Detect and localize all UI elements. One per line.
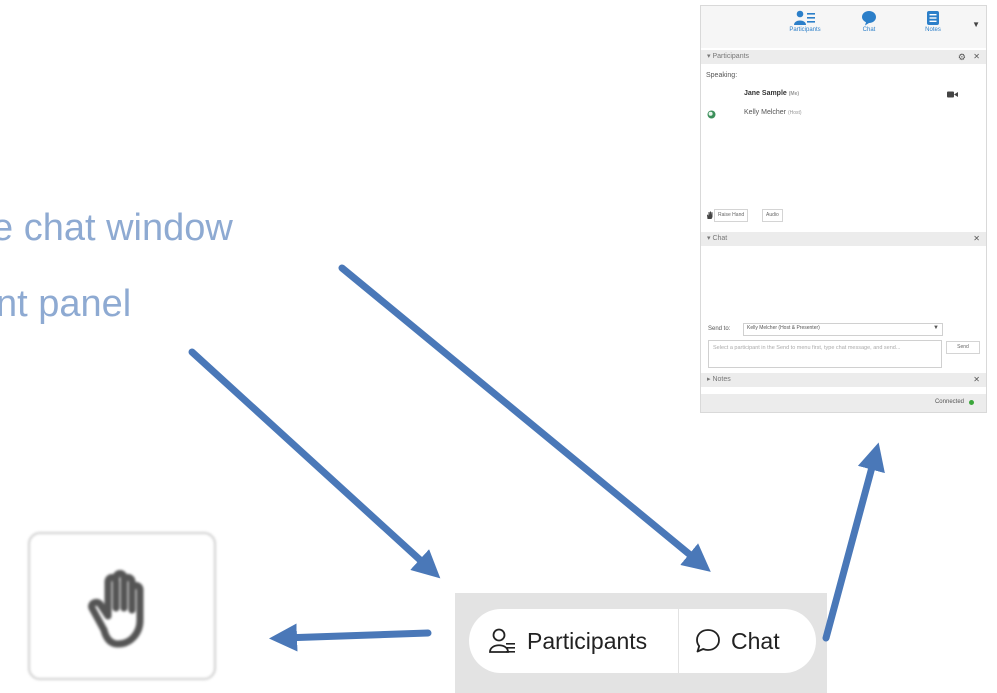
participant-row[interactable]: Kelly Melcher (Host) <box>744 109 802 116</box>
participant-role: (Me) <box>788 91 800 97</box>
speaking-label: Speaking: <box>706 72 738 79</box>
participants-icon <box>489 628 515 653</box>
connection-status: Connected <box>934 399 964 405</box>
meeting-toolbar: Participants Chat <box>455 593 827 693</box>
raise-hand-tile[interactable] <box>28 532 216 680</box>
gear-icon[interactable]: ⚙ <box>958 50 966 64</box>
chat-button[interactable]: Chat <box>695 609 780 673</box>
chat-bubble-icon <box>862 11 876 26</box>
tab-notes[interactable]: Notes <box>908 10 958 33</box>
tab-participants-label: Participants <box>789 27 821 33</box>
participant-name: Kelly Melcher <box>744 109 787 116</box>
tab-chat-label: Chat <box>862 27 876 33</box>
participant-name: Jane Sample <box>744 90 787 97</box>
raise-hand-icon <box>707 211 713 219</box>
send-to-label: Send to: <box>708 326 731 332</box>
chat-message-input[interactable]: Select a participant in the Send to menu… <box>708 340 942 368</box>
raise-hand-icon <box>88 570 144 648</box>
panel-tab-bar: Participants Chat Notes ▼ <box>701 6 986 48</box>
arrow-to-chat-button <box>338 264 711 572</box>
arrow-to-raise-hand <box>269 623 432 652</box>
status-bar: Connected <box>701 394 986 412</box>
participant-role: (Host) <box>787 110 802 116</box>
tab-chat[interactable]: Chat <box>844 10 894 33</box>
chat-button-label: Chat <box>731 627 780 654</box>
chat-bubble-icon <box>696 629 720 653</box>
arrow-to-participants-button <box>188 348 441 579</box>
arrow-to-panel <box>822 442 885 642</box>
participants-button-label: Participants <box>527 627 648 654</box>
panel-menu-chevron-down-icon[interactable]: ▼ <box>972 20 980 29</box>
toolbar-pill: Participants Chat <box>469 609 816 673</box>
participants-button[interactable]: Participants <box>489 609 647 673</box>
notes-icon <box>927 11 939 25</box>
tab-participants[interactable]: Participants <box>780 10 830 33</box>
send-button[interactable]: Send <box>946 341 980 354</box>
connected-dot-icon <box>969 400 974 405</box>
chat-message-placeholder: Select a participant in the Send to menu… <box>713 345 901 351</box>
chevron-down-icon: ▼ <box>933 325 939 331</box>
notes-section-header[interactable]: ▸ Notes ✕ <box>701 373 986 387</box>
chat-section-title: Chat <box>712 235 728 242</box>
video-camera-icon[interactable] <box>947 91 958 98</box>
tab-notes-label: Notes <box>925 27 941 33</box>
chat-section-header[interactable]: ▾ Chat ✕ <box>701 232 986 246</box>
notes-section-title: Notes <box>712 376 731 383</box>
toolbar-divider <box>678 609 679 673</box>
close-icon[interactable]: ✕ <box>973 50 980 64</box>
webex-panel: Participants Chat Notes ▼ ▾ Participants… <box>700 5 987 413</box>
close-icon[interactable]: ✕ <box>973 373 980 387</box>
audio-button[interactable]: Audio <box>762 209 783 222</box>
send-to-dropdown[interactable]: Kelly Melcher (Host & Presenter) ▼ <box>743 323 943 336</box>
participant-row[interactable]: Jane Sample (Me) <box>744 90 799 97</box>
send-to-value: Kelly Melcher (Host & Presenter) <box>747 325 820 331</box>
participants-section-title: Participants <box>712 53 750 60</box>
close-icon[interactable]: ✕ <box>973 232 980 246</box>
host-status-icon <box>707 110 716 119</box>
caption-participant-panel: nt panel <box>0 283 132 325</box>
raise-hand-button[interactable]: Raise Hand <box>714 209 749 222</box>
participants-section-header[interactable]: ▾ Participants ⚙ ✕ <box>701 50 986 64</box>
participants-icon <box>794 10 815 25</box>
caption-chat-window: e chat window <box>0 207 233 249</box>
